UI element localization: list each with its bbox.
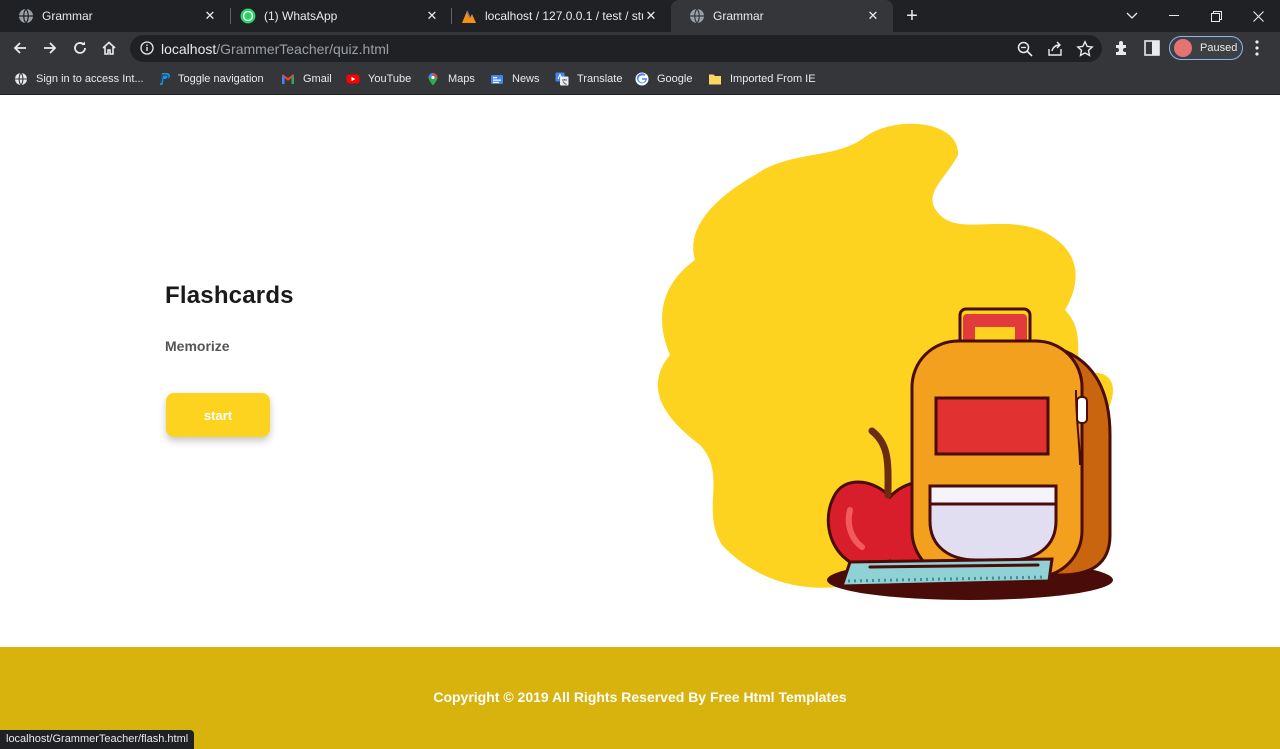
globe-icon [690, 8, 704, 24]
close-icon[interactable]: ✕ [865, 8, 881, 24]
url-path: /GrammerTeacher/quiz.html [216, 41, 389, 57]
new-tab-button[interactable]: + [902, 6, 922, 26]
tab-strip: Grammar ✕ (1) WhatsApp ✕ localhost / 127… [0, 0, 1280, 32]
globe-icon [15, 72, 27, 86]
profile-status: Paused [1200, 42, 1238, 54]
bookmarks-bar: Sign in to access Int... Toggle navigati… [0, 64, 1280, 95]
tab-title: localhost / 127.0.0.1 / test / stude [485, 9, 643, 23]
gmail-icon [282, 74, 294, 84]
news-icon [491, 75, 503, 84]
tab-grammar-active[interactable]: Grammar ✕ [671, 0, 893, 32]
url-text: localhost/GrammerTeacher/quiz.html [161, 41, 389, 57]
link-status-bubble: localhost/GrammerTeacher/flash.html [0, 730, 195, 749]
avatar [1174, 39, 1192, 57]
star-icon[interactable] [1076, 40, 1094, 58]
page-title: Flashcards [165, 282, 294, 309]
start-button[interactable]: start [166, 393, 270, 437]
arrow-right-icon [44, 42, 57, 54]
arrow-left-icon [13, 42, 26, 54]
reload-icon [74, 41, 86, 54]
ruler-icon [839, 557, 1054, 588]
restore-icon [1210, 10, 1222, 22]
close-icon[interactable]: ✕ [202, 8, 218, 24]
minimize-button[interactable] [1154, 0, 1194, 32]
share-icon[interactable] [1046, 40, 1064, 58]
home-icon [102, 41, 116, 55]
backpack-illustration [657, 123, 1113, 600]
profile-button[interactable]: Paused [1169, 36, 1243, 60]
bookmark-gmail[interactable]: Gmail [281, 70, 332, 88]
whatsapp-icon [240, 8, 256, 24]
paypal-icon [160, 73, 170, 85]
tab-whatsapp[interactable]: (1) WhatsApp ✕ [222, 0, 452, 32]
side-panel-icon[interactable] [1143, 39, 1161, 57]
more-menu-icon[interactable] [1255, 40, 1259, 56]
tab-title: Grammar [713, 9, 764, 23]
bookmark-label: Imported From IE [730, 73, 816, 85]
bookmark-label: Toggle navigation [178, 73, 264, 85]
tab-grammar-1[interactable]: Grammar ✕ [0, 0, 230, 32]
bookmark-label: Google [657, 73, 693, 85]
address-bar[interactable]: localhost/GrammerTeacher/quiz.html [130, 35, 1102, 62]
page-content: Flashcards Memorize start Copyright © 20… [0, 95, 1280, 749]
minimize-icon [1169, 15, 1179, 16]
back-button[interactable] [8, 36, 32, 60]
bookmark-label: Maps [448, 73, 475, 85]
tab-phpmyadmin[interactable]: localhost / 127.0.0.1 / test / stude ✕ [443, 0, 671, 32]
tab-title: (1) WhatsApp [264, 9, 338, 23]
url-host: localhost [161, 41, 217, 57]
backpack-icon [910, 307, 1112, 579]
bookmark-maps[interactable]: Maps [426, 70, 475, 88]
close-icon[interactable]: ✕ [424, 8, 440, 24]
tab-search-button[interactable] [1112, 0, 1152, 32]
phpmyadmin-icon [462, 10, 476, 23]
globe-icon [19, 8, 33, 24]
browser-toolbar: localhost/GrammerTeacher/quiz.html Pause… [0, 32, 1280, 64]
maps-icon [428, 73, 438, 86]
bookmark-imported-from-ie[interactable]: Imported From IE [708, 70, 816, 88]
page-subtitle: Memorize [165, 338, 230, 354]
zoom-icon[interactable] [1016, 40, 1034, 58]
restore-button[interactable] [1196, 0, 1236, 32]
translate-icon [555, 72, 569, 86]
bookmark-sign-in[interactable]: Sign in to access Int... [14, 70, 144, 88]
reload-button[interactable] [68, 36, 92, 60]
bookmark-translate[interactable]: Translate [555, 70, 622, 88]
info-icon[interactable] [140, 41, 154, 55]
copyright-text: Copyright © 2019 All Rights Reserved By … [433, 689, 847, 705]
folder-icon [709, 74, 721, 85]
close-icon[interactable]: ✕ [643, 8, 659, 24]
bookmark-label: Translate [577, 73, 623, 85]
bookmark-news[interactable]: News [490, 70, 540, 88]
bookmark-label: Sign in to access Int... [36, 73, 144, 85]
bookmark-youtube[interactable]: YouTube [346, 70, 411, 88]
tab-title: Grammar [42, 9, 93, 23]
close-icon [1252, 10, 1264, 22]
home-button[interactable] [97, 36, 121, 60]
google-icon [635, 72, 649, 86]
extensions-icon[interactable] [1113, 39, 1131, 57]
bookmark-google[interactable]: Google [635, 70, 692, 88]
bookmark-toggle-navigation[interactable]: Toggle navigation [156, 70, 264, 88]
forward-button[interactable] [38, 36, 62, 60]
bookmark-label: YouTube [368, 73, 412, 85]
chevron-down-icon [1126, 12, 1138, 19]
bookmark-label: News [512, 73, 540, 85]
bookmark-label: Gmail [303, 73, 332, 85]
window-close-button[interactable] [1238, 0, 1278, 32]
youtube-icon [346, 74, 360, 84]
